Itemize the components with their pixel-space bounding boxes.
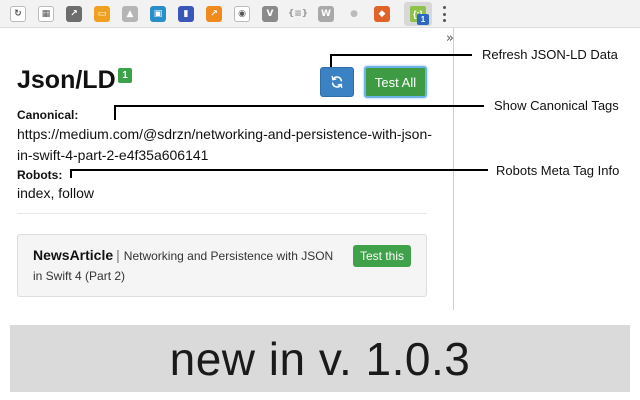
robots-label: Robots: — [17, 168, 63, 182]
overflow-chevron-icon[interactable]: » — [446, 31, 454, 46]
card-separator: | — [116, 247, 120, 263]
ext-icon-11[interactable]: {≡} — [287, 6, 309, 22]
refresh-annotation: Refresh JSON-LD Data — [482, 47, 618, 62]
ext-icon-9[interactable]: ◉ — [234, 6, 250, 22]
ext-icon-5[interactable]: ▲ — [122, 6, 138, 22]
ext-icon-4[interactable]: ▭ — [94, 6, 110, 22]
card-header: NewsArticle | Networking and Persistence w… — [33, 247, 333, 263]
jsonld-item-card: NewsArticle | Networking and Persistence w… — [17, 234, 427, 297]
canonical-callout-line-h — [114, 105, 484, 107]
ext-icon-1[interactable]: ↻ — [10, 6, 26, 22]
extension-count-badge: 1 — [417, 14, 429, 25]
jsonld-extension-button[interactable]: {;} 1 — [404, 2, 432, 26]
robots-value: index, follow — [17, 185, 95, 201]
ext-icon-3[interactable]: ↗ — [66, 6, 82, 22]
robots-callout-line-h — [70, 169, 488, 171]
ext-icon-2[interactable]: ▦ — [38, 6, 54, 22]
screenshot-stage: ↻ ▦ ↗ ▭ ▲ ▣ ▮ ↗ ◉ V {≡} W ● ◆ {;} 1 » Json/LD 1 Test … — [0, 0, 640, 400]
test-this-button[interactable]: Test this — [353, 245, 411, 267]
refresh-button[interactable] — [320, 67, 354, 97]
popup-title: Json/LD — [17, 66, 116, 94]
ext-icon-13[interactable]: ● — [343, 6, 365, 22]
ext-icon-14[interactable]: ◆ — [374, 6, 390, 22]
ext-icon-12[interactable]: W — [318, 6, 334, 22]
test-all-button[interactable]: Test All — [364, 66, 427, 98]
canonical-label: Canonical: — [17, 108, 79, 122]
browser-extension-toolbar: ↻ ▦ ↗ ▭ ▲ ▣ ▮ ↗ ◉ V {≡} W ● ◆ {;} 1 — [0, 0, 640, 28]
version-banner-text: new in v. 1.0.3 — [169, 332, 471, 385]
ext-icon-10[interactable]: V — [262, 6, 278, 22]
canonical-callout-line-v — [114, 105, 116, 120]
version-banner: new in v. 1.0.3 — [10, 325, 630, 392]
ext-icon-7[interactable]: ▮ — [178, 6, 194, 22]
card-headline-part2: in Swift 4 (Part 2) — [33, 269, 126, 283]
robots-annotation: Robots Meta Tag Info — [496, 163, 620, 178]
browser-menu-kebab-icon[interactable] — [441, 6, 447, 22]
card-headline-part1: Networking and Persistence with JSON — [123, 249, 334, 263]
canonical-annotation: Show Canonical Tags — [494, 98, 619, 113]
card-type: NewsArticle — [33, 247, 114, 263]
refresh-callout-line-h — [330, 54, 472, 56]
jsonld-count-badge: 1 — [118, 68, 132, 83]
refresh-icon — [331, 75, 343, 89]
ext-icon-6[interactable]: ▣ — [150, 6, 166, 22]
ext-icon-8[interactable]: ↗ — [206, 6, 222, 22]
section-divider — [17, 213, 427, 214]
canonical-value: https://medium.com/@sdrzn/networking-and… — [17, 126, 432, 163]
